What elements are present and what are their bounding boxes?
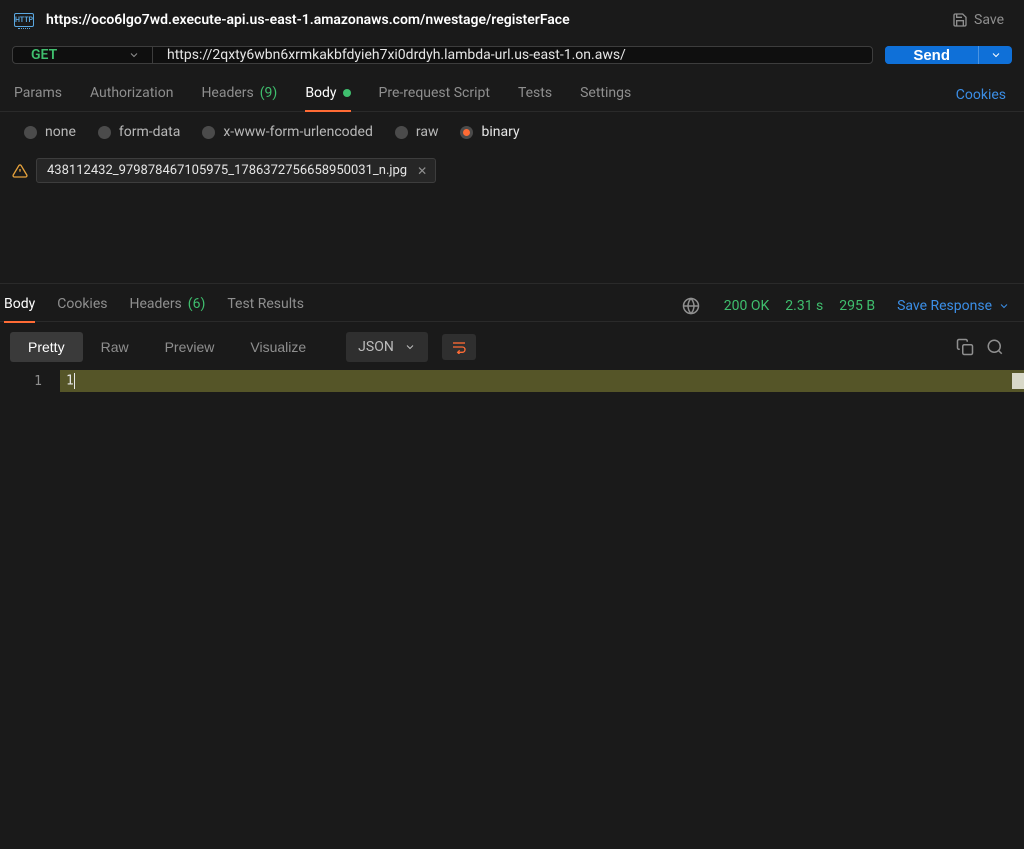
radio-icon xyxy=(98,126,111,139)
wrap-lines-button[interactable] xyxy=(442,334,476,360)
body-type-form-data-label: form-data xyxy=(119,124,180,140)
globe-icon[interactable] xyxy=(682,297,700,315)
response-editor[interactable]: 1 1 xyxy=(0,370,1024,790)
line-end-marker xyxy=(1012,373,1024,389)
chevron-down-icon xyxy=(998,300,1010,312)
response-tab-headers-count: (6) xyxy=(188,296,206,312)
copy-icon xyxy=(956,338,974,356)
chevron-down-icon xyxy=(404,341,416,353)
warning-icon xyxy=(12,163,28,179)
body-type-none-label: none xyxy=(45,124,76,140)
search-icon xyxy=(986,338,1004,356)
status-size: 295 B xyxy=(839,298,875,314)
save-response-button[interactable]: Save Response xyxy=(897,298,1010,314)
radio-icon xyxy=(202,126,215,139)
send-dropdown[interactable] xyxy=(978,46,1012,64)
tab-headers[interactable]: Headers (9) xyxy=(201,79,277,111)
send-button[interactable]: Send xyxy=(885,46,978,64)
format-label: JSON xyxy=(358,339,394,355)
copy-button[interactable] xyxy=(950,334,980,360)
remove-file-icon[interactable]: ✕ xyxy=(417,164,427,178)
body-type-raw[interactable]: raw xyxy=(395,124,439,140)
radio-icon xyxy=(395,126,408,139)
method-url-group: GET https://2qxty6wbn6xrmkakbfdyieh7xi0d… xyxy=(12,46,873,64)
body-modified-dot-icon xyxy=(343,89,351,97)
body-type-urlencoded-label: x-www-form-urlencoded xyxy=(223,124,373,140)
tab-headers-label: Headers xyxy=(201,85,253,101)
method-label: GET xyxy=(31,47,57,63)
view-preview[interactable]: Preview xyxy=(147,332,233,362)
tab-headers-count: (9) xyxy=(260,85,278,101)
body-type-binary[interactable]: binary xyxy=(460,124,519,140)
radio-icon xyxy=(460,126,473,139)
body-type-binary-label: binary xyxy=(481,124,519,140)
chevron-down-icon xyxy=(990,49,1002,61)
method-select[interactable]: GET xyxy=(13,47,153,63)
status-time: 2.31 s xyxy=(785,298,823,314)
binary-file-name: 438112432_979878467105975_17863727566589… xyxy=(47,163,407,178)
line-text: 1 xyxy=(66,374,74,389)
cookies-link[interactable]: Cookies xyxy=(956,87,1010,103)
url-input[interactable]: https://2qxty6wbn6xrmkakbfdyieh7xi0drdyh… xyxy=(153,47,872,63)
tab-settings[interactable]: Settings xyxy=(580,79,631,111)
wrap-icon xyxy=(451,340,467,354)
response-tab-headers-label: Headers xyxy=(129,296,181,312)
line-number: 1 xyxy=(0,370,60,392)
status-code: 200 OK xyxy=(724,298,770,314)
tab-tests[interactable]: Tests xyxy=(518,79,552,111)
line-content: 1 xyxy=(60,373,1024,389)
response-tab-test-results[interactable]: Test Results xyxy=(227,290,304,322)
view-visualize[interactable]: Visualize xyxy=(232,332,324,362)
save-response-label: Save Response xyxy=(897,298,992,314)
response-tab-cookies[interactable]: Cookies xyxy=(57,290,107,322)
save-button-label: Save xyxy=(974,12,1004,28)
radio-icon xyxy=(24,126,37,139)
binary-file-chip[interactable]: 438112432_979878467105975_17863727566589… xyxy=(36,158,436,183)
tab-body[interactable]: Body xyxy=(305,79,350,111)
request-title: https://oco6lgo7wd.execute-api.us-east-1… xyxy=(46,12,932,28)
response-tab-body[interactable]: Body xyxy=(4,290,35,322)
format-select[interactable]: JSON xyxy=(346,332,428,362)
body-type-none[interactable]: none xyxy=(24,124,76,140)
save-button[interactable]: Save xyxy=(944,8,1012,32)
body-type-urlencoded[interactable]: x-www-form-urlencoded xyxy=(202,124,373,140)
body-type-raw-label: raw xyxy=(416,124,439,140)
text-cursor-icon xyxy=(74,373,75,389)
search-button[interactable] xyxy=(980,334,1010,360)
editor-line: 1 1 xyxy=(0,370,1024,392)
view-raw[interactable]: Raw xyxy=(83,332,147,362)
view-pretty[interactable]: Pretty xyxy=(10,332,83,362)
chevron-down-icon xyxy=(128,49,140,61)
response-tab-headers[interactable]: Headers (6) xyxy=(129,290,205,322)
tab-authorization[interactable]: Authorization xyxy=(90,79,173,111)
body-type-form-data[interactable]: form-data xyxy=(98,124,180,140)
tab-params[interactable]: Params xyxy=(14,79,62,111)
tab-prerequest[interactable]: Pre-request Script xyxy=(379,79,490,111)
http-badge-icon: HTTP xyxy=(14,13,34,27)
save-icon xyxy=(952,12,968,28)
tab-body-label: Body xyxy=(305,85,336,101)
